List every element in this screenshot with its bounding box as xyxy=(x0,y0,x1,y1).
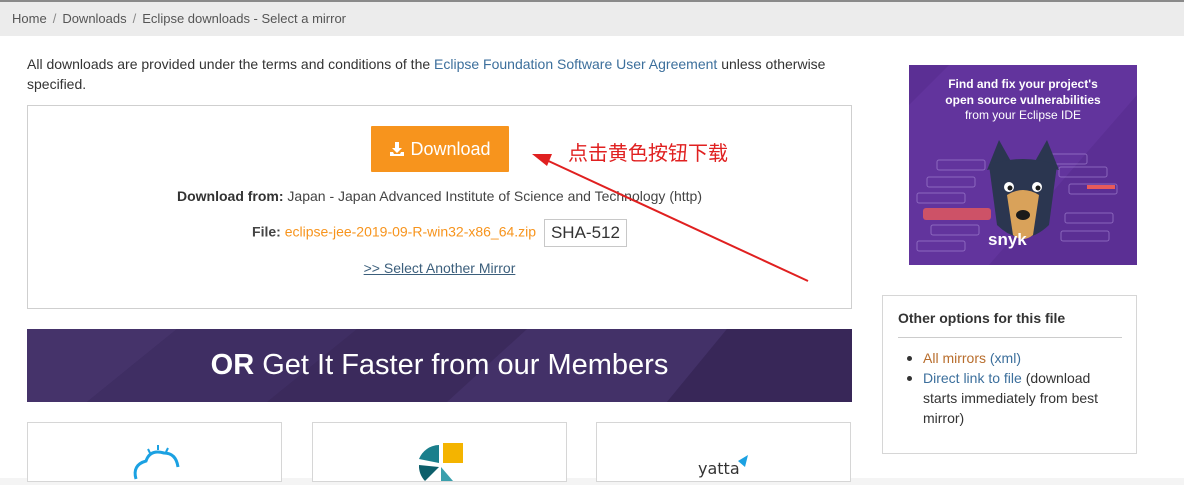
ibm-cloud-icon xyxy=(133,445,180,480)
all-mirrors-link[interactable]: All mirrors xyxy=(923,350,986,366)
download-button-label: Download xyxy=(410,138,491,159)
download-icon xyxy=(390,142,405,156)
ad-title-line2: open source vulnerabilities xyxy=(945,93,1101,107)
breadcrumb-separator: / xyxy=(132,11,137,26)
member-cards: yatta xyxy=(27,422,852,482)
terms-prefix: All downloads are provided under the ter… xyxy=(27,56,431,72)
ad-title: Find and fix your project's open source … xyxy=(909,76,1137,108)
options-divider xyxy=(898,337,1122,338)
member-card[interactable] xyxy=(312,422,567,482)
main-content: All downloads are provided under the ter… xyxy=(0,36,1184,482)
member-card[interactable] xyxy=(27,422,282,482)
other-options-panel: Other options for this file All mirrors … xyxy=(882,295,1137,454)
members-banner-text: OR Get It Faster from our Members xyxy=(211,349,669,382)
list-item: Direct link to file (download starts imm… xyxy=(905,368,1125,428)
annotation-text: 点击黄色按钮下载 xyxy=(568,141,728,165)
direct-link[interactable]: Direct link to file xyxy=(923,370,1022,386)
download-button[interactable]: Download xyxy=(371,126,509,172)
download-from-label: Download from: xyxy=(176,188,284,204)
yatta-mark-icon xyxy=(738,455,748,467)
banner-text: Get It Faster from our Members xyxy=(262,349,669,381)
other-options-heading: Other options for this file xyxy=(898,310,1066,326)
user-agreement-link[interactable]: Eclipse Foundation Software User Agreeme… xyxy=(434,56,717,72)
yatta-logo: yatta xyxy=(698,459,740,478)
file-link[interactable]: eclipse-jee-2019-09-R-win32-x86_64.zip xyxy=(285,224,536,240)
breadcrumb-downloads[interactable]: Downloads xyxy=(62,11,126,26)
snyk-ad[interactable]: Find and fix your project's open source … xyxy=(909,65,1137,265)
select-another-mirror-link[interactable]: >> Select Another Mirror xyxy=(364,260,516,276)
breadcrumb-home[interactable]: Home xyxy=(12,11,47,26)
breadcrumb-current: Eclipse downloads - Select a mirror xyxy=(142,11,347,26)
ad-subtitle: from your Eclipse IDE xyxy=(964,108,1082,122)
ad-title-line1: Find and fix your project's xyxy=(948,77,1098,91)
options-list: All mirrors (xml) Direct link to file (d… xyxy=(905,348,1125,428)
member-card[interactable]: yatta xyxy=(596,422,851,482)
breadcrumb-separator: / xyxy=(52,11,57,26)
member-logo-icon xyxy=(418,443,463,481)
file-label: File: xyxy=(252,223,281,240)
snyk-logo: snyk xyxy=(988,230,1027,249)
list-item: All mirrors (xml) xyxy=(905,348,1125,368)
terms-text: All downloads are provided under the ter… xyxy=(27,54,827,94)
annotation-arrow xyxy=(532,154,809,282)
banner-or: OR xyxy=(210,349,255,381)
all-mirrors-xml-link[interactable]: (xml) xyxy=(990,350,1021,366)
breadcrumb: Home / Downloads / Eclipse downloads - Selec… xyxy=(0,2,1184,36)
members-banner: OR Get It Faster from our Members xyxy=(27,329,852,402)
